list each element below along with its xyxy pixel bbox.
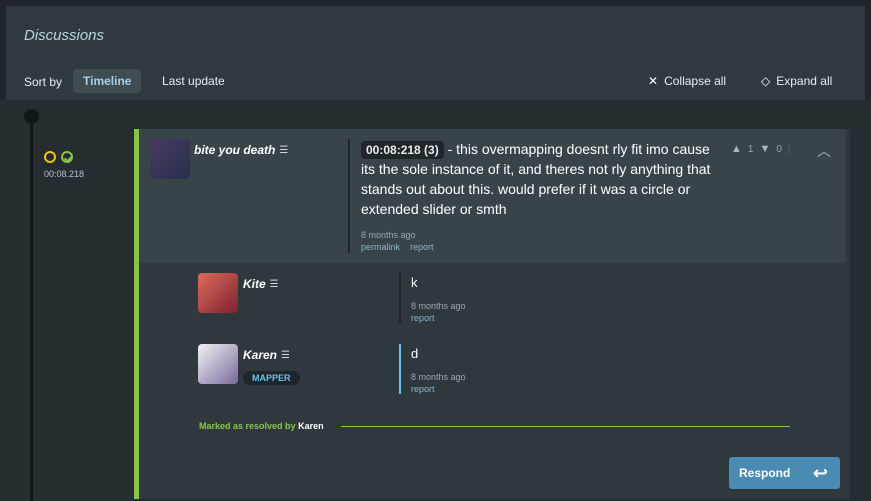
respond-button[interactable]: Respond ↩	[729, 457, 840, 489]
vote-separator: |	[787, 143, 791, 155]
username-label: bite you death	[194, 143, 276, 157]
reply-divider	[399, 273, 401, 323]
post-username[interactable]: bite you death ☰	[194, 143, 288, 157]
reply-arrow-icon: ↩	[812, 462, 828, 483]
upvote-count: 1	[747, 143, 754, 155]
avatar[interactable]	[198, 273, 238, 313]
reply-divider	[399, 344, 401, 394]
reply-time: 8 months ago	[411, 372, 466, 382]
report-link[interactable]: report	[410, 242, 434, 252]
timeline-start-dot	[24, 109, 39, 124]
resolved-check-icon	[61, 151, 73, 163]
reply-username[interactable]: Kite ☰	[243, 277, 279, 291]
thumbs-up-icon[interactable]: ▲	[731, 143, 742, 155]
timeline-line	[30, 116, 33, 501]
expand-all-button[interactable]: ◇ Expand all	[761, 74, 832, 88]
sort-label: Sort by	[24, 75, 63, 89]
problem-circle-icon	[44, 151, 56, 163]
avatar[interactable]	[150, 139, 190, 179]
tab-timeline[interactable]: Timeline	[73, 69, 142, 93]
reply-links: report	[411, 384, 435, 394]
post-divider	[348, 139, 350, 253]
report-link[interactable]: report	[411, 313, 435, 323]
username-label: Kite	[243, 277, 266, 291]
user-menu-icon[interactable]: ☰	[279, 145, 288, 156]
permalink-link[interactable]: permalink	[361, 242, 400, 252]
collapse-all-label: Collapse all	[664, 74, 727, 88]
expand-icon: ◇	[761, 74, 771, 88]
collapse-all-button[interactable]: ✕ Collapse all	[648, 74, 726, 88]
expand-all-label: Expand all	[776, 74, 833, 88]
discussion-status-icons	[44, 151, 73, 163]
chevron-up-icon[interactable]: ︿	[817, 141, 831, 161]
vote-controls: ▲ 1 ▼ 0 |	[731, 143, 791, 155]
post-links: permalink report	[361, 242, 434, 252]
reply-message: d	[411, 346, 419, 361]
resolved-divider	[341, 426, 790, 427]
post-message: 00:08:218 (3) - this overmapping doesnt …	[361, 139, 721, 219]
reply-username[interactable]: Karen ☰	[243, 348, 290, 362]
avatar[interactable]	[198, 344, 238, 384]
collapse-icon: ✕	[648, 74, 659, 88]
resolved-status: Marked as resolved by Karen	[199, 421, 324, 431]
discussion-main-post: bite you death ☰ 00:08:218 (3) - this ov…	[139, 129, 845, 263]
user-menu-icon[interactable]: ☰	[281, 350, 290, 361]
timeline-timestamp[interactable]: 00:08.218	[44, 169, 84, 179]
post-time: 8 months ago	[361, 230, 416, 240]
username-label: Karen	[243, 348, 278, 362]
mapper-badge: MAPPER	[243, 371, 300, 385]
reply-message: k	[411, 275, 418, 290]
respond-label: Respond	[739, 466, 791, 480]
thumbs-down-icon[interactable]: ▼	[759, 143, 770, 155]
discussion-card: bite you death ☰ 00:08:218 (3) - this ov…	[134, 129, 850, 499]
resolved-by-user[interactable]: Karen	[298, 421, 324, 431]
discussions-header: Discussions Sort by Timeline Last update…	[6, 6, 865, 100]
user-menu-icon[interactable]: ☰	[270, 279, 279, 290]
page-title: Discussions	[24, 27, 105, 44]
report-link[interactable]: report	[411, 384, 435, 394]
tab-last-update[interactable]: Last update	[152, 69, 235, 93]
resolved-text: Marked as resolved by	[199, 421, 296, 431]
downvote-count: 0	[776, 143, 782, 155]
timestamp-badge[interactable]: 00:08:218 (3)	[361, 141, 444, 159]
reply-links: report	[411, 313, 435, 323]
reply-time: 8 months ago	[411, 301, 466, 311]
